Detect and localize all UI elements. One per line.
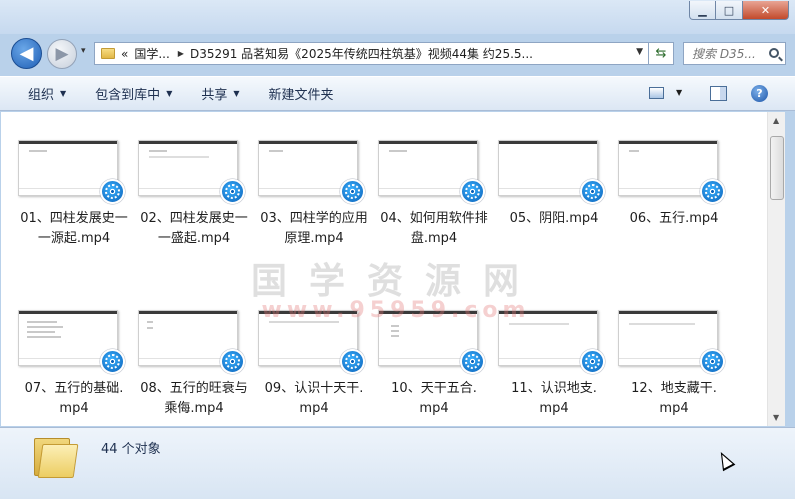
command-bar: 组织 ▼ 包含到库中 ▼ 共享 ▼ 新建文件夹 ▼ ? [0,76,795,111]
media-player-icon [700,349,725,374]
maximize-button[interactable]: □ [716,1,743,20]
share-label: 共享 [201,88,228,103]
search-box[interactable] [683,42,786,65]
media-player-icon [700,179,725,204]
minimize-button[interactable]: ▁ [689,1,716,20]
view-options-chevron-icon[interactable]: ▼ [676,88,682,97]
media-player-icon [580,179,605,204]
navigation-bar: ◀ ▶ ▾ « 国学... ▶ D35291 品茗知易《2025年传统四柱筑基》… [0,34,795,74]
chevron-down-icon: ▼ [166,89,173,98]
back-button[interactable]: ◀ [11,38,42,69]
breadcrumb-arrow-icon[interactable]: ▶ [178,49,184,58]
new-folder-button[interactable]: 新建文件夹 [269,84,334,103]
file-name: 09、认识十天干. mp4 [264,381,364,416]
media-player-icon [340,349,365,374]
file-name: 11、认识地支. mp4 [511,381,597,416]
help-icon[interactable]: ? [751,85,768,102]
refresh-button[interactable]: ⇆ [649,42,674,65]
file-name: 06、五行.mp4 [629,211,719,226]
include-in-library-label: 包含到库中 [95,88,161,103]
close-button[interactable]: ✕ [743,1,789,20]
organize-label: 组织 [28,88,55,103]
file-name: 03、四柱学的应用 原理.mp4 [260,211,368,246]
address-overflow[interactable]: « [121,47,128,61]
file-name: 02、四柱发展史一 一盛起.mp4 [140,211,248,246]
file-name: 04、如何用软件排 盘.mp4 [380,211,488,246]
scrollbar-thumb[interactable] [770,136,784,200]
media-player-icon [580,349,605,374]
breadcrumb-segment-parent[interactable]: 国学... [134,45,169,62]
forward-button[interactable]: ▶ [47,39,77,69]
file-name: 07、五行的基础. mp4 [24,381,124,416]
search-icon[interactable] [769,48,779,58]
share-menu[interactable]: 共享 ▼ [201,84,239,103]
file-name: 01、四柱发展史一 一源起.mp4 [20,211,128,246]
file-name: 05、阴阳.mp4 [509,211,599,226]
media-player-icon [340,179,365,204]
media-player-icon [220,349,245,374]
file-name: 10、天干五合. mp4 [391,381,477,416]
file-list-view[interactable]: 01、四柱发展史一 一源起.mp4 02、四柱发展史一 一盛起.mp4 03、四… [1,112,767,426]
item-count: 44 个对象 [101,442,161,457]
window-frame [785,112,795,426]
media-player-icon [220,179,245,204]
watermark-text: 国学资源网 [250,261,541,302]
scroll-up-icon[interactable]: ▲ [773,116,779,125]
media-player-icon [460,349,485,374]
chevron-down-icon: ▼ [233,89,240,98]
organize-menu[interactable]: 组织 ▼ [28,84,66,103]
title-bar: ▁ □ ✕ [0,0,795,34]
folder-icon [32,432,79,478]
recent-pages-dropdown[interactable]: ▾ [81,46,86,56]
chevron-down-icon: ▼ [60,89,67,98]
address-bar[interactable]: « 国学... ▶ D35291 品茗知易《2025年传统四柱筑基》视频44集 … [94,42,649,65]
vertical-scrollbar[interactable]: ▲ ▼ [767,112,785,426]
media-player-icon [100,179,125,204]
new-folder-label: 新建文件夹 [268,88,334,103]
window-controls: ▁ □ ✕ [689,1,789,20]
scroll-down-icon[interactable]: ▼ [773,413,779,422]
breadcrumb-segment-current[interactable]: D35291 品茗知易《2025年传统四柱筑基》视频44集 约25.5... [190,45,533,62]
preview-pane-icon[interactable] [710,86,727,101]
details-pane: 44 个对象 [0,427,795,499]
search-input[interactable] [692,46,770,61]
file-name: 12、地支藏干. mp4 [631,381,717,416]
include-in-library-menu[interactable]: 包含到库中 ▼ [95,84,172,103]
change-view-icon[interactable] [649,87,664,99]
media-player-icon [100,349,125,374]
address-dropdown-icon[interactable]: ▼ [636,47,643,57]
file-name: 08、五行的旺衰与 乘侮.mp4 [140,381,248,416]
media-player-icon [460,179,485,204]
folder-icon [101,48,115,59]
